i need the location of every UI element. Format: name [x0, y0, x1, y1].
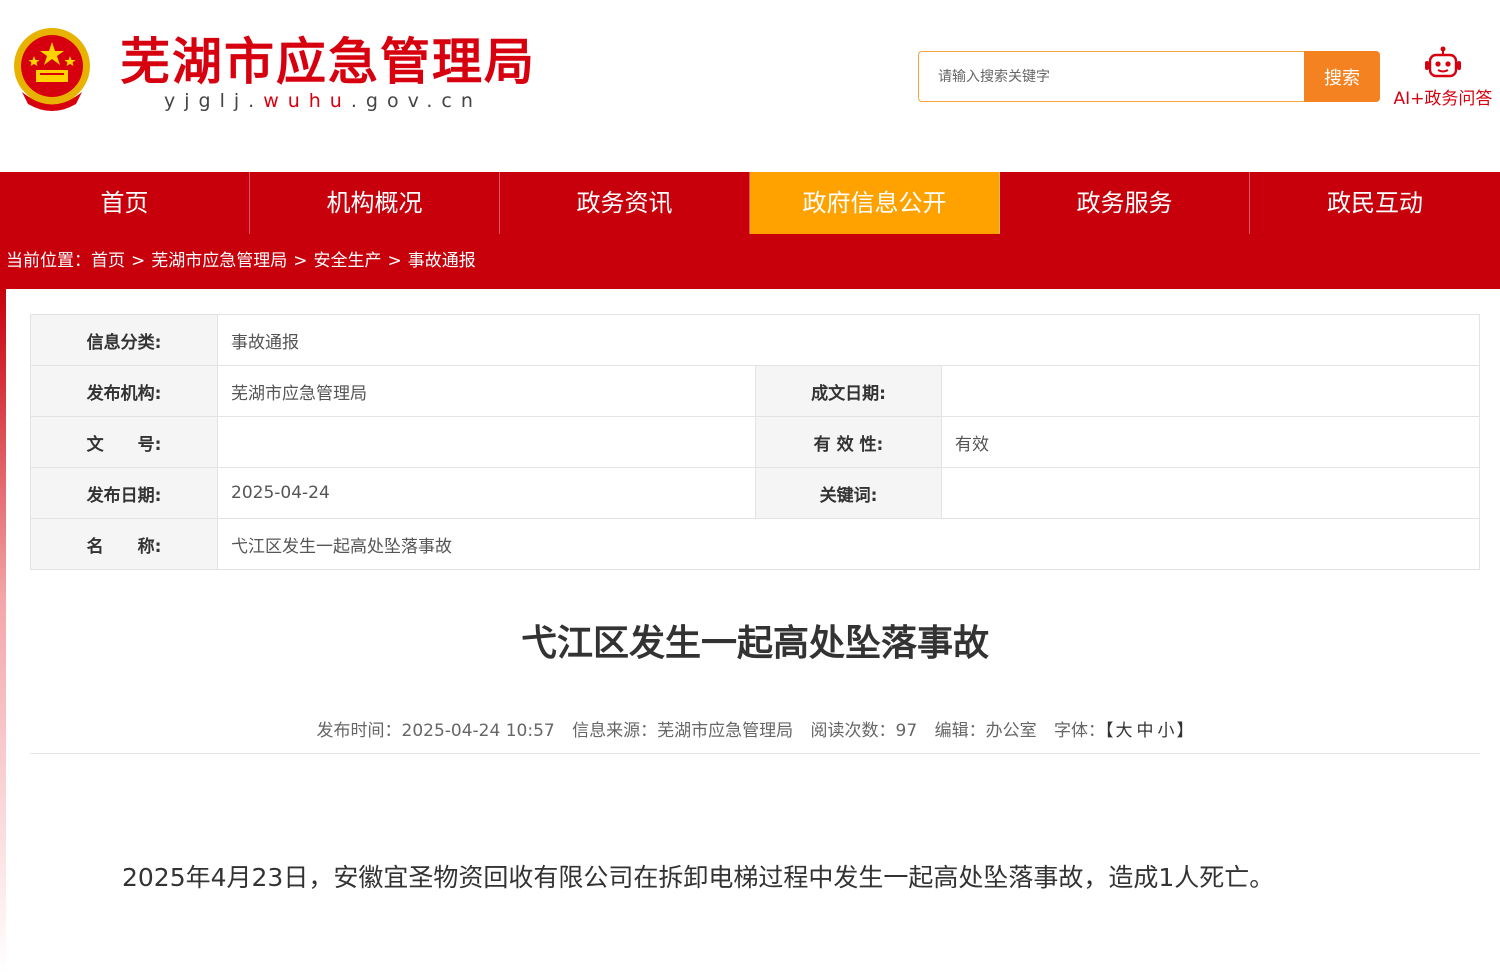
bracket-open: 【: [1104, 721, 1114, 741]
nav-item-interaction[interactable]: 政民互动: [1250, 172, 1500, 234]
nav-item-home[interactable]: 首页: [0, 172, 250, 234]
table-row: 发布机构: 芜湖市应急管理局 成文日期:: [30, 365, 1480, 417]
font-large-button[interactable]: 大: [1115, 721, 1132, 741]
nav-item-services[interactable]: 政务服务: [1000, 172, 1250, 234]
ai-assistant-button[interactable]: AI+政务问答: [1390, 46, 1496, 112]
font-size-control: 字体：【大中小】: [1054, 721, 1194, 741]
breadcrumb-prefix: 当前位置：: [6, 251, 91, 271]
domain-part-highlight: wuhu: [263, 90, 351, 112]
info-value: [217, 416, 756, 468]
site-title: 芜湖市应急管理局: [120, 33, 536, 91]
ai-assistant-label: AI+政务问答: [1393, 89, 1493, 109]
info-value: 2025-04-24: [217, 467, 756, 519]
table-row: 信息分类: 事故通报: [30, 314, 1480, 366]
table-row: 名 称: 弋江区发生一起高处坠落事故: [30, 518, 1480, 570]
nav-item-organization[interactable]: 机构概况: [250, 172, 500, 234]
font-small-button[interactable]: 小: [1157, 721, 1174, 741]
divider: [30, 753, 1480, 754]
meta-source: 信息来源：芜湖市应急管理局: [572, 721, 794, 741]
info-label: 名 称:: [30, 518, 218, 570]
info-value: [941, 365, 1480, 417]
breadcrumb-separator: >: [131, 251, 146, 271]
info-label: 成文日期:: [755, 365, 942, 417]
decorative-strip: [0, 289, 6, 973]
info-label: 发布机构:: [30, 365, 218, 417]
info-label: 信息分类:: [30, 314, 218, 366]
info-value: 事故通报: [217, 314, 1480, 366]
breadcrumb-link-safety[interactable]: 安全生产: [314, 251, 382, 271]
breadcrumb-link-home[interactable]: 首页: [91, 251, 125, 271]
meta-read-count: 阅读次数：97: [810, 721, 918, 741]
font-size-label: 字体：: [1053, 721, 1105, 741]
breadcrumb-link-bureau[interactable]: 芜湖市应急管理局: [151, 251, 287, 271]
search-input[interactable]: [919, 52, 1306, 101]
info-value: [941, 467, 1480, 519]
nav-item-news[interactable]: 政务资讯: [500, 172, 750, 234]
article-body: 2025年4月23日，安徽宜圣物资回收有限公司在拆卸电梯过程中发生一起高处坠落事…: [122, 863, 1275, 892]
site-domain: yjglj.wuhu.gov.cn: [164, 90, 482, 112]
national-emblem-icon: [14, 28, 90, 111]
info-value: 弋江区发生一起高处坠落事故: [217, 518, 1480, 570]
font-medium-button[interactable]: 中: [1136, 721, 1153, 741]
info-label: 文 号:: [30, 416, 218, 468]
info-label: 发布日期:: [30, 467, 218, 519]
info-label: 关键词:: [755, 467, 942, 519]
breadcrumb-link-accident[interactable]: 事故通报: [408, 251, 476, 271]
domain-part: yjglj.: [164, 90, 264, 112]
domain-part: .gov.cn: [350, 90, 482, 112]
bracket-close: 】: [1176, 721, 1194, 741]
main-nav: 首页 机构概况 政务资讯 政府信息公开 政务服务 政民互动: [0, 172, 1500, 234]
meta-publish-time: 发布时间：2025-04-24 10:57: [316, 721, 555, 741]
search-button[interactable]: 搜索: [1304, 51, 1380, 102]
site-header: 芜湖市应急管理局 yjglj.wuhu.gov.cn 搜索 AI+政务问答: [0, 0, 1500, 172]
info-label: 有 效 性:: [755, 416, 942, 468]
info-value: 芜湖市应急管理局: [217, 365, 756, 417]
table-row: 发布日期: 2025-04-24 关键词:: [30, 467, 1480, 519]
search-box: [918, 51, 1306, 102]
robot-icon: [1425, 46, 1461, 78]
article-title: 弋江区发生一起高处坠落事故: [520, 623, 989, 664]
meta-editor: 编辑：办公室: [934, 721, 1037, 741]
breadcrumb: 当前位置：首页 > 芜湖市应急管理局 > 安全生产 > 事故通报: [0, 234, 1500, 289]
info-value: 有效: [941, 416, 1480, 468]
document-info-table: 信息分类: 事故通报 发布机构: 芜湖市应急管理局 成文日期: 文 号: 有 效…: [30, 314, 1480, 570]
table-row: 文 号: 有 效 性: 有效: [30, 416, 1480, 468]
article-meta: 发布时间：2025-04-24 10:57 信息来源：芜湖市应急管理局 阅读次数…: [30, 716, 1480, 741]
breadcrumb-separator: >: [293, 251, 308, 271]
nav-item-info-disclosure[interactable]: 政府信息公开: [750, 172, 1000, 234]
breadcrumb-separator: >: [387, 251, 402, 271]
